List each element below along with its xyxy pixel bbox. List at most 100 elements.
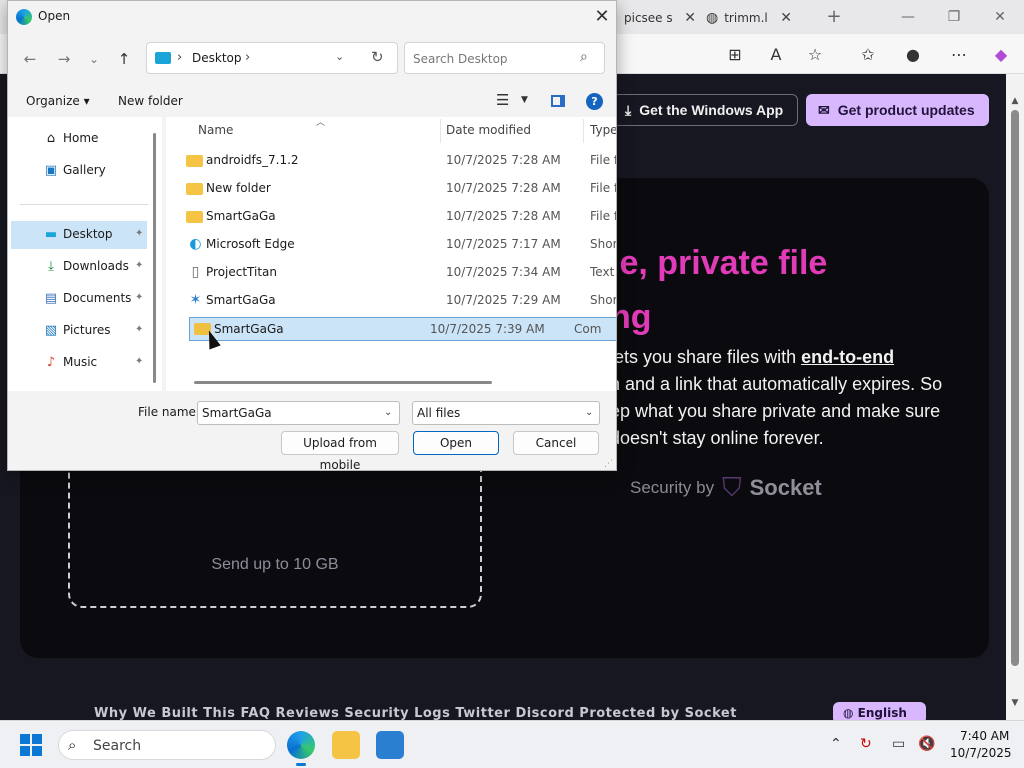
column-divider[interactable] [583, 119, 584, 143]
profile-avatar[interactable]: ● [900, 42, 926, 68]
up-folder-icon[interactable]: ↑ [112, 47, 136, 71]
volume-muted-icon[interactable]: 🔇 [918, 736, 935, 752]
chevron-down-icon[interactable]: ⌄ [384, 407, 392, 418]
resize-grip-icon[interactable]: ⋰ [604, 459, 613, 469]
nav-item-pictures[interactable]: ▧ Pictures ✦ [11, 317, 147, 345]
favorite-star-icon[interactable]: ☆ [802, 42, 828, 68]
photos-app-icon[interactable] [376, 731, 404, 759]
horizontal-scrollbar[interactable] [194, 381, 492, 384]
file-date: 10/7/2025 7:28 AM [446, 181, 561, 195]
chevron-down-icon[interactable]: ▼ [521, 95, 528, 105]
nav-item-home[interactable]: ⌂ Home [11, 125, 147, 153]
file-drop-zone[interactable]: Send up to 10 GB [68, 468, 482, 608]
copilot-icon[interactable]: ◆ [988, 42, 1014, 68]
security-by-socket[interactable]: Security by ⛉ Socket [630, 472, 822, 504]
globe-icon: ◍ [843, 706, 858, 720]
page-scrollbar[interactable]: ▲ ▼ [1006, 74, 1024, 720]
chevron-up-icon[interactable]: ⌃ [830, 736, 842, 752]
nav-item-music[interactable]: ♪ Music ✦ [11, 349, 147, 377]
breadcrumb-desktop[interactable]: Desktop [192, 51, 242, 65]
file-row[interactable]: ▯ ProjectTitan 10/7/2025 7:34 AM Text D [182, 261, 616, 285]
nav-item-documents[interactable]: ▤ Documents ✦ [11, 285, 147, 313]
breadcrumb-separator[interactable]: › [245, 50, 250, 65]
window-close-button[interactable]: ✕ [980, 4, 1020, 30]
column-divider[interactable] [440, 119, 441, 143]
folder-icon [186, 155, 203, 167]
file-type: Short [590, 237, 616, 251]
dialog-titlebar[interactable]: Open ✕ [8, 1, 616, 33]
taskbar-search[interactable]: ⌕ Search [58, 730, 276, 760]
nav-item-downloads[interactable]: ⤓ Downloads ✦ [11, 253, 147, 281]
file-explorer-icon[interactable] [332, 731, 360, 759]
file-type-select[interactable]: All files ⌄ [412, 401, 600, 425]
view-options-icon[interactable]: ☰ [496, 91, 509, 109]
more-menu-icon[interactable]: ⋯ [946, 42, 972, 68]
get-product-updates-button[interactable]: ✉ Get product updates [806, 94, 989, 126]
file-row[interactable]: ◐ Microsoft Edge 10/7/2025 7:17 AM Short [182, 233, 616, 257]
file-row[interactable]: SmartGaGa 10/7/2025 7:28 AM File fo [182, 205, 616, 229]
column-header-name[interactable]: Name [198, 123, 233, 137]
edge-taskbar-icon[interactable] [287, 731, 315, 766]
music-icon: ♪ [46, 355, 56, 370]
tab-trimm[interactable]: ◍ trimm.lin ✕ [706, 4, 802, 32]
file-row-selected[interactable]: SmartGaGa 10/7/2025 7:39 AM Com [189, 317, 616, 341]
file-name-label: File name: [138, 405, 200, 419]
new-tab-button[interactable]: + [814, 4, 854, 30]
footer-links[interactable]: Why We Built This FAQ Reviews Security L… [94, 706, 737, 721]
forward-icon[interactable]: → [52, 47, 76, 71]
tab-close-icon[interactable]: ✕ [684, 10, 696, 26]
upload-from-mobile-button[interactable]: Upload from mobile [281, 431, 399, 470]
scroll-thumb[interactable] [1011, 110, 1019, 666]
breadcrumb-separator[interactable]: › [177, 50, 182, 65]
read-aloud-icon[interactable]: A [763, 42, 789, 68]
sync-icon[interactable]: ↻ [860, 736, 872, 752]
cancel-button[interactable]: Cancel [513, 431, 599, 455]
folder-icon [186, 183, 203, 195]
refresh-icon[interactable]: ↻ [371, 48, 384, 66]
file-list-pane: ︿ Name Date modified Type androidfs_7.1.… [166, 117, 616, 391]
favorites-icon[interactable]: ✩ [855, 42, 881, 68]
nav-pane-scrollbar[interactable] [153, 133, 156, 383]
folder-icon [186, 211, 203, 223]
get-windows-app-button[interactable]: ⤓ Get the Windows App [612, 94, 798, 126]
gallery-icon: ▣ [44, 163, 58, 178]
file-row[interactable]: ✶ SmartGaGa 10/7/2025 7:29 AM Short [182, 289, 616, 313]
search-input[interactable]: Search Desktop ⌕ [404, 42, 605, 74]
clock-date[interactable]: 10/7/2025 [950, 746, 1012, 760]
address-bar[interactable]: › Desktop › ⌄ ↻ [146, 42, 398, 74]
organize-button[interactable]: Organize ▾ [26, 94, 90, 108]
recent-locations-icon[interactable]: ⌄ [82, 47, 106, 71]
nav-item-label: Home [63, 131, 99, 145]
column-header-type[interactable]: Type [590, 123, 616, 137]
clock-time[interactable]: 7:40 AM [960, 729, 1009, 743]
apps-icon[interactable]: ⊞ [722, 42, 748, 68]
restore-button[interactable]: ❐ [934, 4, 974, 30]
network-icon[interactable]: ▭ [892, 736, 905, 752]
chevron-down-icon[interactable]: ⌄ [335, 50, 344, 63]
tab-close-icon[interactable]: ✕ [780, 10, 792, 26]
file-row[interactable]: New folder 10/7/2025 7:28 AM File fo [182, 177, 616, 201]
button-label: Get the Windows App [639, 102, 784, 118]
scroll-up-icon[interactable]: ▲ [1006, 96, 1024, 106]
preview-pane-icon[interactable] [551, 95, 565, 107]
search-icon[interactable]: ⌕ [580, 49, 588, 65]
nav-item-desktop[interactable]: ▬ Desktop ✦ [11, 221, 147, 249]
minimize-button[interactable]: — [888, 4, 928, 30]
command-bar: Organize ▾ New folder ☰ ▼ ? [8, 87, 616, 117]
desktop-icon: ▬ [44, 227, 58, 242]
chevron-down-icon[interactable]: ⌄ [585, 407, 593, 418]
file-row[interactable]: androidfs_7.1.2 10/7/2025 7:28 AM File f… [182, 149, 616, 173]
tab-picsee[interactable]: picsee sh ✕ [624, 4, 696, 32]
start-button[interactable] [20, 734, 42, 756]
back-icon[interactable]: ← [18, 47, 42, 71]
column-header-date[interactable]: Date modified [446, 123, 531, 137]
dialog-close-button[interactable]: ✕ [590, 5, 614, 29]
help-icon[interactable]: ? [586, 93, 603, 110]
end-to-end-link[interactable]: end-to-end [801, 347, 894, 367]
scroll-down-icon[interactable]: ▼ [1006, 698, 1024, 708]
nav-item-gallery[interactable]: ▣ Gallery [11, 157, 147, 185]
open-button[interactable]: Open [413, 431, 499, 455]
new-folder-button[interactable]: New folder [118, 94, 183, 108]
hero-desc-text: n and a link that automatically expires.… [610, 374, 943, 394]
file-name-input[interactable]: SmartGaGa ⌄ [197, 401, 400, 425]
